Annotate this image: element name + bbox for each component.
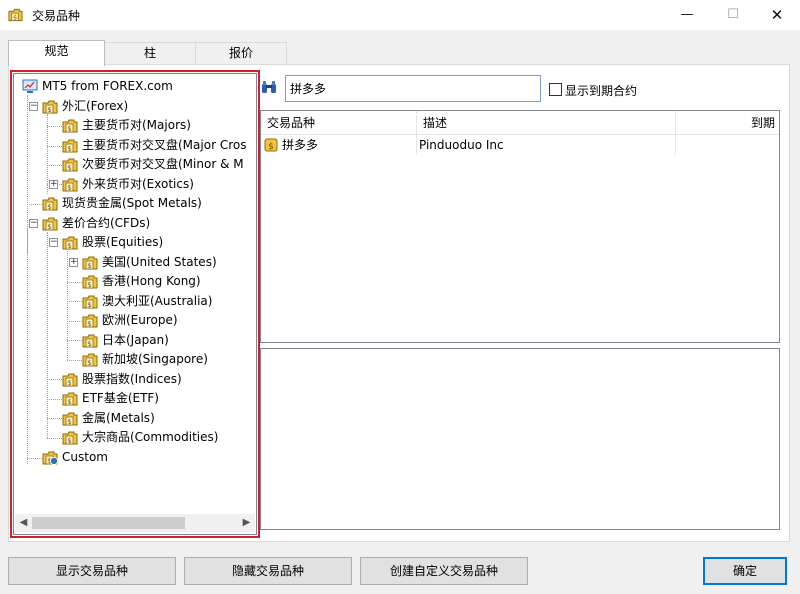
app-icon bbox=[8, 8, 23, 23]
tab-specification[interactable]: 规范 bbox=[8, 40, 105, 66]
tree-guide-line bbox=[47, 399, 62, 400]
tree-guide-line bbox=[67, 301, 82, 302]
tree-guide-line bbox=[47, 438, 62, 439]
binoculars-icon bbox=[262, 81, 276, 93]
tree-guide-line bbox=[47, 379, 62, 380]
symbol-icon: $ bbox=[264, 138, 278, 152]
column-header-description[interactable]: 描述 bbox=[423, 111, 447, 135]
tree-item-label: 主要货币对(Majors) bbox=[82, 118, 191, 132]
table-header: 交易品种 描述 到期 bbox=[261, 111, 779, 135]
scrollbar-thumb[interactable] bbox=[32, 517, 185, 529]
folder-icon bbox=[62, 158, 78, 172]
folder-icon bbox=[82, 314, 98, 328]
tree-guide-line bbox=[67, 340, 82, 341]
tree-item-label: 现货贵金属(Spot Metals) bbox=[62, 196, 202, 210]
minimize-button[interactable]: — bbox=[664, 0, 710, 30]
tree-item-label: 主要货币对交叉盘(Major Cros bbox=[82, 138, 247, 152]
tree-item-label: 次要货币对交叉盘(Minor & M bbox=[82, 157, 244, 171]
ok-button[interactable]: 确定 bbox=[703, 557, 787, 585]
tab-bars[interactable]: 柱 bbox=[104, 42, 196, 65]
tree-guide-line bbox=[67, 251, 68, 360]
svg-text:$: $ bbox=[268, 142, 274, 152]
tree-guide-line bbox=[27, 458, 42, 459]
tree-item-label: 欧洲(Europe) bbox=[102, 313, 178, 327]
expand-toggle[interactable]: + bbox=[69, 258, 78, 267]
symbol-search-input[interactable] bbox=[285, 75, 541, 102]
close-button[interactable]: ✕ bbox=[754, 0, 800, 30]
folder-icon bbox=[62, 431, 78, 445]
folder-icon bbox=[42, 100, 58, 114]
symbol-cell: 拼多多 bbox=[282, 138, 319, 152]
folder-icon bbox=[62, 178, 78, 192]
tree-item-label: 金属(Metals) bbox=[82, 411, 155, 425]
tree-guide-line bbox=[67, 360, 82, 361]
tree-guide-line bbox=[47, 126, 62, 127]
tree-item-label: 日本(Japan) bbox=[102, 333, 169, 347]
folder-icon bbox=[42, 217, 58, 231]
tree-guide-line bbox=[47, 165, 62, 166]
show-expired-label: 显示到期合约 bbox=[565, 84, 638, 98]
tree-item-label: ETF基金(ETF) bbox=[82, 391, 159, 405]
horizontal-scrollbar[interactable]: ◀ ▶ bbox=[15, 514, 255, 532]
tree-item-label: 差价合约(CFDs) bbox=[62, 216, 151, 230]
window-title: 交易品种 bbox=[32, 9, 81, 23]
collapse-toggle[interactable]: − bbox=[29, 102, 38, 111]
collapse-toggle[interactable]: − bbox=[49, 238, 58, 247]
create-custom-symbol-button[interactable]: 创建自定义交易品种 bbox=[360, 557, 528, 585]
tree-item-label: 新加坡(Singapore) bbox=[102, 352, 208, 366]
table-row[interactable]: $ 拼多多 Pinduoduo Inc bbox=[261, 136, 779, 155]
tree-item-label: 香港(Hong Kong) bbox=[102, 274, 201, 288]
tree-item-label: 外汇(Forex) bbox=[62, 99, 129, 113]
tree-guide-line bbox=[47, 418, 62, 419]
maximize-button[interactable]: ☐ bbox=[710, 0, 756, 30]
server-icon bbox=[22, 79, 38, 93]
tree-item-label: 股票指数(Indices) bbox=[82, 372, 182, 386]
tree-item-label: 股票(Equities) bbox=[82, 235, 164, 249]
tree-guide-line bbox=[67, 321, 82, 322]
symbol-tree[interactable]: − + − − + MT5 from FOREX.com 外汇(Forex) 主… bbox=[13, 73, 257, 535]
folder-icon bbox=[62, 119, 78, 133]
tree-item-label: Custom bbox=[62, 450, 108, 464]
folder-icon bbox=[82, 295, 98, 309]
folder-icon bbox=[62, 392, 78, 406]
folder-icon bbox=[62, 139, 78, 153]
folder-icon bbox=[82, 334, 98, 348]
column-header-symbol[interactable]: 交易品种 bbox=[267, 111, 315, 135]
tree-guide-line bbox=[27, 229, 28, 464]
folder-icon bbox=[62, 373, 78, 387]
tree-item-label: MT5 from FOREX.com bbox=[42, 79, 173, 93]
collapse-toggle[interactable]: − bbox=[29, 219, 38, 228]
tree-item-label: 美国(United States) bbox=[102, 255, 217, 269]
title-bar: 交易品种 — ☐ ✕ bbox=[0, 0, 800, 30]
description-cell: Pinduoduo Inc bbox=[419, 138, 504, 152]
folder-icon bbox=[82, 353, 98, 367]
symbol-details-panel bbox=[260, 348, 780, 530]
tab-ticks[interactable]: 报价 bbox=[195, 42, 287, 65]
tree-guide-line bbox=[47, 232, 48, 438]
folder-icon bbox=[82, 275, 98, 289]
show-symbol-button[interactable]: 显示交易品种 bbox=[8, 557, 176, 585]
tree-guide-line bbox=[67, 282, 82, 283]
folder-icon bbox=[62, 412, 78, 426]
folder-icon bbox=[82, 256, 98, 270]
folder-icon bbox=[42, 197, 58, 211]
scroll-left-arrow[interactable]: ◀ bbox=[15, 514, 32, 532]
scroll-right-arrow[interactable]: ▶ bbox=[238, 514, 255, 532]
symbol-results-table: 交易品种 描述 到期 $ 拼多多 Pinduoduo Inc bbox=[260, 110, 780, 343]
tree-guide-line bbox=[27, 204, 42, 205]
folder-icon bbox=[62, 236, 78, 250]
custom-folder-icon bbox=[42, 451, 58, 465]
tree-item-label: 澳大利亚(Australia) bbox=[102, 294, 213, 308]
show-expired-checkbox[interactable] bbox=[549, 83, 562, 96]
column-header-expiry[interactable]: 到期 bbox=[751, 111, 775, 135]
expand-toggle[interactable]: + bbox=[49, 180, 58, 189]
tree-item-label: 外来货币对(Exotics) bbox=[82, 177, 194, 191]
tree-guide-line bbox=[47, 146, 62, 147]
hide-symbol-button[interactable]: 隐藏交易品种 bbox=[184, 557, 352, 585]
tree-item-label: 大宗商品(Commodities) bbox=[82, 430, 219, 444]
